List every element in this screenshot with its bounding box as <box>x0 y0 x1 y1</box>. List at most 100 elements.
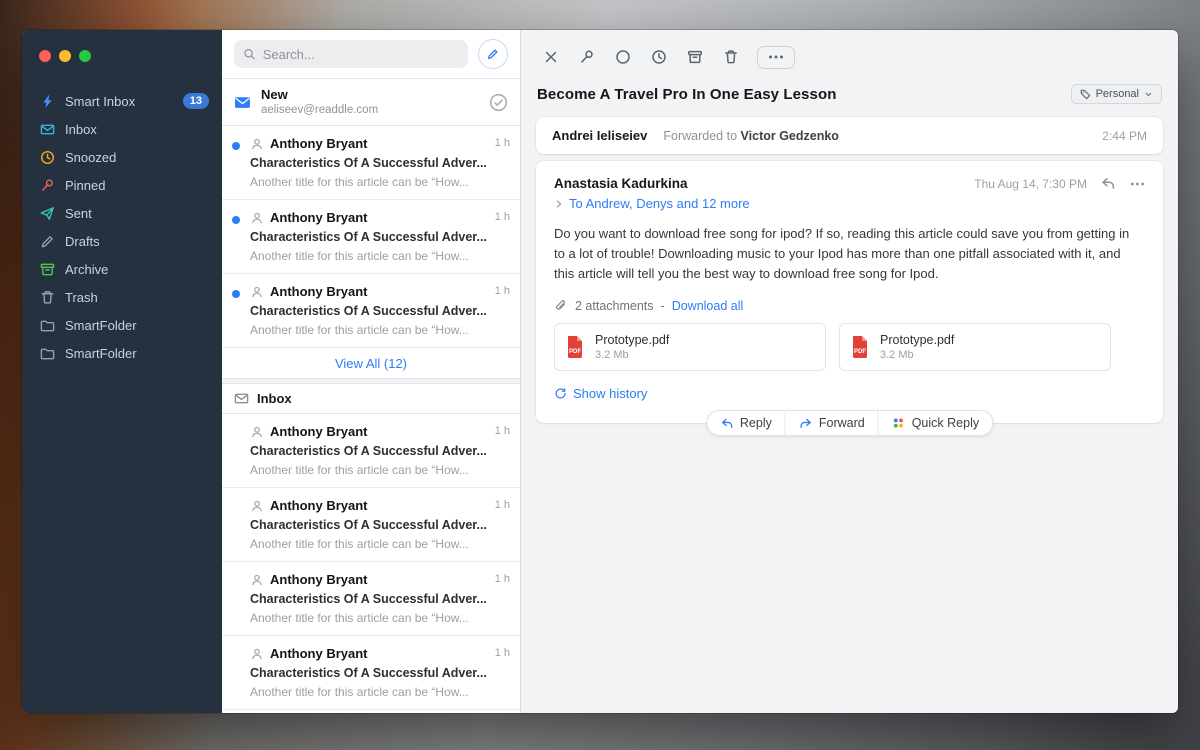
minimize-window-button[interactable] <box>59 50 71 62</box>
paperclip-icon <box>554 299 568 313</box>
new-row-title: New <box>261 86 479 103</box>
view-all-link[interactable]: View All (12) <box>222 348 520 379</box>
message-sender: Anastasia Kadurkina <box>554 176 688 191</box>
attachments-count: 2 attachments <box>575 299 654 313</box>
close-message-button[interactable] <box>533 42 569 72</box>
forward-action-text: Forwarded to Victor Gedzenko <box>663 129 839 143</box>
mail-preview: Another title for this article can be “H… <box>250 684 510 700</box>
person-icon <box>250 499 264 513</box>
pdf-file-icon: PDF <box>850 335 870 359</box>
quick-reply-dots-icon <box>892 416 906 430</box>
mail-list-item[interactable]: Anthony Bryant 1 h Characteristics Of A … <box>222 488 520 562</box>
snooze-button[interactable] <box>641 42 677 72</box>
unread-dot <box>232 142 240 150</box>
mail-time: 1 h <box>495 137 510 149</box>
sidebar-item-trash[interactable]: Trash <box>22 283 222 311</box>
mail-subject: Characteristics Of A Successful Adver... <box>250 665 510 682</box>
compose-pencil-icon <box>486 47 500 61</box>
mail-preview: Another title for this article can be “H… <box>250 462 510 478</box>
more-actions-button[interactable] <box>757 46 795 69</box>
close-icon <box>543 49 559 65</box>
sidebar-nav: Smart Inbox 13 Inbox Snoozed Pinned <box>22 87 222 367</box>
pin-message-button[interactable] <box>569 42 605 72</box>
attachment-info: Prototype.pdf 3.2 Mb <box>595 332 669 362</box>
mail-list-item[interactable]: Anthony Bryant 1 h Characteristics Of A … <box>222 200 520 274</box>
mail-preview: Another title for this article can be “H… <box>250 610 510 626</box>
svg-text:PDF: PDF <box>854 349 866 355</box>
new-row-email: aeliseev@readdle.com <box>261 103 479 118</box>
search-box[interactable] <box>234 40 468 68</box>
mail-subject: Characteristics Of A Successful Adver... <box>250 303 510 320</box>
mail-subject: Characteristics Of A Successful Adver... <box>250 155 510 172</box>
trash-icon <box>40 290 55 305</box>
mail-sender: Anthony Bryant <box>270 135 368 153</box>
folder-icon <box>40 318 55 333</box>
forward-time: 2:44 PM <box>1102 129 1147 143</box>
person-icon <box>250 647 264 661</box>
sidebar-item-label: SmartFolder <box>65 318 209 333</box>
sidebar-item-smartfolder-2[interactable]: SmartFolder <box>22 339 222 367</box>
recipients-row[interactable]: To Andrew, Denys and 12 more <box>554 196 1145 211</box>
mail-list-item[interactable]: Anthony Bryant 1 h Characteristics Of A … <box>222 274 520 348</box>
mark-circle-button[interactable] <box>605 42 641 72</box>
attachments-separator: - <box>661 299 665 313</box>
tag-selector[interactable]: Personal <box>1071 84 1162 104</box>
mail-list-item[interactable]: Anthony Bryant 1 h Characteristics Of A … <box>222 636 520 710</box>
reply-arrow-button[interactable] <box>1100 176 1117 191</box>
inbox-section-label: Inbox <box>257 391 292 406</box>
person-icon <box>250 137 264 151</box>
sidebar-item-drafts[interactable]: Drafts <box>22 227 222 255</box>
delete-button[interactable] <box>713 42 749 72</box>
quick-reply-button[interactable]: Quick Reply <box>878 411 992 435</box>
reply-button[interactable]: Reply <box>707 411 785 435</box>
attachment-card[interactable]: PDF Prototype.pdf 3.2 Mb <box>554 323 826 371</box>
sidebar-item-inbox[interactable]: Inbox <box>22 115 222 143</box>
mail-list-item[interactable]: Anthony Bryant 1 h Characteristics Of A … <box>222 414 520 488</box>
archive-icon <box>687 49 703 65</box>
person-icon <box>250 573 264 587</box>
attachment-name: Prototype.pdf <box>880 332 954 348</box>
message-more-button[interactable] <box>1130 182 1145 186</box>
sidebar-item-sent[interactable]: Sent <box>22 199 222 227</box>
mail-time: 1 h <box>495 647 510 659</box>
new-account-row[interactable]: New aeliseev@readdle.com <box>222 79 520 126</box>
download-all-link[interactable]: Download all <box>672 299 744 313</box>
forward-button[interactable]: Forward <box>785 411 878 435</box>
show-history-link[interactable]: Show history <box>554 386 647 401</box>
person-icon <box>250 285 264 299</box>
mail-preview: Another title for this article can be “H… <box>250 536 510 552</box>
attachment-name: Prototype.pdf <box>595 332 669 348</box>
mail-time: 1 h <box>495 499 510 511</box>
reply-button-label: Reply <box>740 416 772 430</box>
sidebar-item-archive[interactable]: Archive <box>22 255 222 283</box>
sidebar-item-smart-inbox[interactable]: Smart Inbox 13 <box>22 87 222 115</box>
sidebar-item-snoozed[interactable]: Snoozed <box>22 143 222 171</box>
check-circle-icon[interactable] <box>489 93 508 112</box>
sidebar-item-label: Snoozed <box>65 150 209 165</box>
sidebar-item-label: Inbox <box>65 122 209 137</box>
attachment-card[interactable]: PDF Prototype.pdf 3.2 Mb <box>839 323 1111 371</box>
message-list-pane: New aeliseev@readdle.com Anthony Bryant … <box>222 30 521 713</box>
mail-sender: Anthony Bryant <box>270 283 368 301</box>
compose-button[interactable] <box>478 39 508 69</box>
mail-list-item[interactable]: Anthony Bryant 1 h Characteristics Of A … <box>222 126 520 200</box>
mail-time: 1 h <box>495 211 510 223</box>
mail-list-item[interactable]: Anthony Bryant 1 h Characteristics Of A … <box>222 562 520 636</box>
mail-subject: Characteristics Of A Successful Adver... <box>250 591 510 608</box>
search-input[interactable] <box>263 47 459 62</box>
sidebar-item-pinned[interactable]: Pinned <box>22 171 222 199</box>
inbox-section-header: Inbox <box>222 384 520 414</box>
lightning-icon <box>40 94 55 109</box>
attachment-list: PDF Prototype.pdf 3.2 Mb PDF Prototype.p… <box>554 323 1145 371</box>
zoom-window-button[interactable] <box>79 50 91 62</box>
attachments-summary: 2 attachments - Download all <box>554 299 1145 313</box>
forwarded-header-card[interactable]: Andrei Ieliseiev Forwarded to Victor Ged… <box>536 117 1163 154</box>
close-window-button[interactable] <box>39 50 51 62</box>
mail-time: 1 h <box>495 573 510 585</box>
archive-button[interactable] <box>677 42 713 72</box>
message-card: Anastasia Kadurkina Thu Aug 14, 7:30 PM … <box>536 161 1163 423</box>
sidebar-item-smartfolder-1[interactable]: SmartFolder <box>22 311 222 339</box>
window-controls <box>22 30 222 62</box>
mail-subject: Characteristics Of A Successful Adver... <box>250 229 510 246</box>
tag-label: Personal <box>1096 88 1139 100</box>
